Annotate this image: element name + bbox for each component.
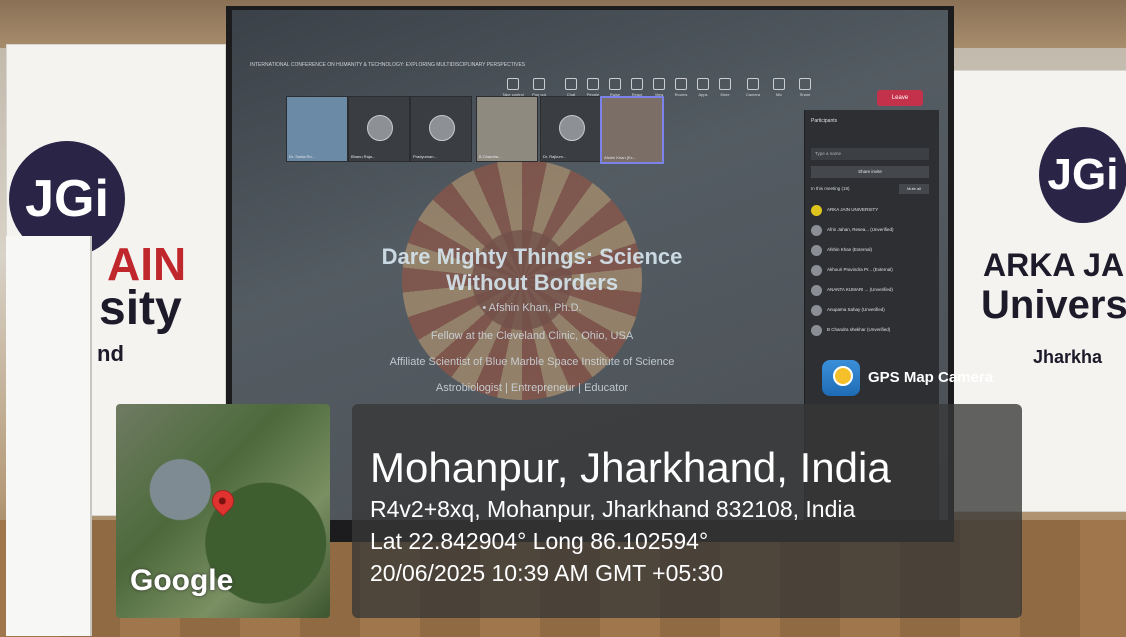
gps-map-camera-icon (822, 360, 860, 396)
video-tile[interactable]: Pradyuman... (410, 96, 472, 162)
toolbar-raise[interactable]: Raise (604, 78, 626, 97)
react-icon (631, 78, 643, 90)
map-pin-icon (207, 485, 239, 517)
toolbar-apps[interactable]: Apps (692, 78, 714, 97)
toolbar-more[interactable]: More (714, 78, 736, 97)
map-thumbnail: Google (116, 404, 330, 618)
location-datetime: 20/06/2025 10:39 AM GMT +05:30 (370, 560, 724, 586)
jgi-logo-right: JGi (1039, 127, 1126, 223)
gps-brand-label: GPS Map Camera (868, 369, 994, 386)
tile-name: Bhanu Raja... (351, 154, 376, 159)
people-panel-heading: Participants (811, 118, 838, 124)
right-banner-line1: ARKA JA (983, 247, 1125, 283)
toolbar-take-control[interactable]: Take control (502, 78, 524, 97)
video-tile[interactable]: Bhanu Raja... (348, 96, 410, 162)
avatar (811, 325, 822, 336)
participant-name: Akhouri Pravindra Pr... (External) (827, 267, 893, 272)
location-coordinates: Lat 22.842904° Long 86.102594° (370, 528, 709, 554)
participant-name: Anupama Sahay (Unverified) (827, 307, 885, 312)
conference-title: INTERNATIONAL CONFERENCE ON HUMANITY & T… (250, 62, 526, 68)
tile-name: Dr. Smita Ro... (289, 154, 316, 159)
list-item[interactable]: Afrin Jahan, Resea... (Unverified) (811, 224, 933, 238)
people-icon (587, 78, 599, 90)
location-title: Mohanpur, Jharkhand, India (370, 444, 891, 491)
slide-title: Dare Mighty Things: Science Without Bord… (381, 244, 683, 295)
video-tile[interactable]: B Chandra... (476, 96, 538, 162)
apps-icon (697, 78, 709, 90)
tile-name: Dr. Rajkum... (543, 154, 567, 159)
avatar (811, 265, 822, 276)
list-item[interactable]: ANANTA KUMARI ... (Unverified) (811, 284, 933, 298)
list-item[interactable]: Anupama Sahay (Unverified) (811, 304, 933, 318)
share-icon (799, 78, 811, 90)
avatar (811, 245, 822, 256)
in-meeting-count: In this meeting (19) (811, 186, 850, 191)
left-banner-line3: nd (97, 341, 124, 366)
take-control-icon (507, 78, 519, 90)
participant-name: Afshin Khan (External) (827, 247, 873, 252)
avatar (367, 115, 393, 141)
toolbar-camera[interactable]: Camera (742, 78, 764, 97)
toolbar-share[interactable]: Share (794, 78, 816, 97)
avatar (559, 115, 585, 141)
photo-scene: JGi AIN sity nd JGi ARKA JA Univers Jhar… (0, 0, 1126, 637)
participant-name: ANANTA KUMARI ... (Unverified) (827, 287, 893, 292)
left-banner-line2: sity (99, 282, 182, 335)
toolbar-react[interactable]: React (626, 78, 648, 97)
avatar (811, 205, 822, 216)
rooms-icon (675, 78, 687, 90)
toolbar-view[interactable]: View (648, 78, 670, 97)
video-tile-active[interactable]: Afshin Khan (Ex... (600, 96, 664, 164)
avatar (811, 305, 822, 316)
more-icon (719, 78, 731, 90)
avatar (429, 115, 455, 141)
video-tile[interactable]: Dr. Rajkum... (540, 96, 602, 162)
share-invite-button[interactable]: Share invite (811, 166, 929, 178)
google-label: Google (130, 564, 234, 597)
right-banner-line3: Jharkha (1033, 347, 1103, 367)
raise-hand-icon (609, 78, 621, 90)
participant-name: ARKA JAIN UNIVERSITY (827, 207, 879, 212)
toolbar-pop-out[interactable]: Pop out (528, 78, 550, 97)
camera-icon (747, 78, 759, 90)
tile-name: Afshin Khan (Ex... (604, 155, 637, 160)
leave-button[interactable]: Leave (877, 90, 923, 106)
avatar (811, 225, 822, 236)
video-tile[interactable]: Dr. Smita Ro... (286, 96, 348, 162)
pop-out-icon (533, 78, 545, 90)
tile-name: B Chandra... (479, 154, 502, 159)
slide-author: • Afshin Khan, Ph.D. (482, 302, 582, 314)
list-item[interactable]: Akhouri Pravindra Pr... (External) (811, 264, 933, 278)
people-search-input[interactable]: Type a name (811, 148, 929, 160)
toolbar-mic[interactable]: Mic (768, 78, 790, 97)
tile-name: Pradyuman... (413, 154, 437, 159)
location-address: R4v2+8xq, Mohanpur, Jharkhand 832108, In… (370, 496, 856, 522)
toolbar-people[interactable]: People (582, 78, 604, 97)
mute-all-button[interactable]: Mute all (899, 184, 929, 194)
list-item[interactable]: B Chandra shekhar (Unverified) (811, 324, 933, 338)
slide-line-1: Fellow at the Cleveland Clinic, Ohio, US… (430, 330, 634, 342)
participant-name: Afrin Jahan, Resea... (Unverified) (827, 227, 894, 232)
list-item[interactable]: Afshin Khan (External) (811, 244, 933, 258)
participant-tiles: Dr. Smita Ro... Bhanu Raja... Pradyuman.… (286, 96, 726, 164)
chat-icon (565, 78, 577, 90)
slide-line-2: Affiliate Scientist of Blue Marble Space… (389, 356, 675, 368)
list-item[interactable]: ARKA JAIN UNIVERSITY (811, 204, 933, 218)
view-icon (653, 78, 665, 90)
right-banner-line2: Univers (981, 283, 1126, 327)
avatar (811, 285, 822, 296)
mic-icon (773, 78, 785, 90)
whiteboard (6, 236, 92, 636)
toolbar-rooms[interactable]: Rooms (670, 78, 692, 97)
gps-map-camera-brand: GPS Map Camera (822, 360, 1022, 396)
toolbar-chat[interactable]: Chat (560, 78, 582, 97)
slide-line-3: Astrobiologist | Entrepreneur | Educator (435, 382, 629, 394)
participant-name: B Chandra shekhar (Unverified) (827, 327, 891, 332)
